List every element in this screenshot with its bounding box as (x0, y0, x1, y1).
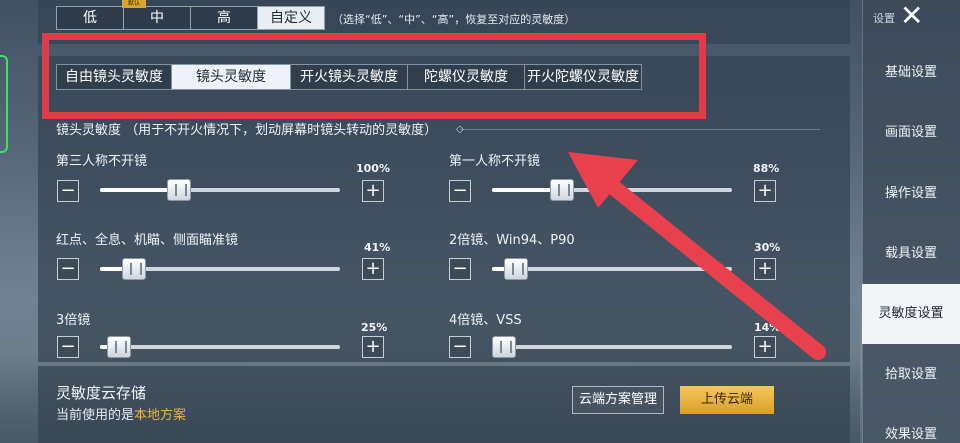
cloud-storage-title: 灵敏度云存储 (56, 384, 147, 402)
current-plan-name: 本地方案 (134, 408, 187, 423)
decrease-button[interactable]: − (449, 336, 471, 358)
slider-track[interactable] (100, 258, 340, 280)
sidebar-header: 设置 (873, 12, 895, 25)
close-icon[interactable]: ✕ (900, 2, 928, 30)
preset-selector: 低 中 高 自定义 (56, 6, 325, 30)
slider-track[interactable] (100, 179, 340, 201)
slider-thumb[interactable] (167, 179, 191, 201)
increase-button[interactable]: + (754, 336, 776, 358)
slider-value: 100% (356, 162, 390, 175)
slider-thumb[interactable] (492, 336, 516, 358)
slider-value: 30% (754, 241, 781, 254)
slider-thumb[interactable] (550, 179, 574, 201)
slider-thumb[interactable] (122, 258, 146, 280)
preset-high[interactable]: 高 (190, 6, 258, 30)
current-plan-text: 当前使用的是本地方案 (56, 404, 186, 423)
increase-button[interactable]: + (362, 180, 384, 202)
slider-label: 第一人称不开镜 (449, 154, 541, 169)
slider-track[interactable] (492, 258, 732, 280)
sidebar-item-pickup[interactable]: 拾取设置 (862, 345, 960, 405)
decrease-button[interactable]: − (57, 180, 79, 202)
default-badge: 默认 (122, 0, 146, 8)
annotation-highlight-box (42, 33, 706, 119)
slider-track[interactable] (492, 336, 732, 358)
preset-low[interactable]: 低 (56, 6, 124, 30)
cloud-plan-manage-button[interactable]: 云端方案管理 (572, 386, 664, 414)
slider-label: 4倍镜、VSS (449, 313, 522, 328)
slider-thumb[interactable] (107, 336, 131, 358)
preset-custom[interactable]: 自定义 (257, 6, 325, 30)
sidebar-item-basic[interactable]: 基础设置 (862, 43, 960, 103)
preset-medium[interactable]: 中 (123, 6, 191, 30)
decrease-button[interactable]: − (449, 258, 471, 280)
slider-value: 88% (753, 162, 780, 175)
left-edge-indicator (0, 55, 8, 153)
slider-label: 2倍镜、Win94、P90 (449, 233, 575, 248)
sidebar-item-graphics[interactable]: 画面设置 (862, 103, 960, 163)
slider-track[interactable] (100, 336, 340, 358)
slider-thumb[interactable] (504, 258, 528, 280)
increase-button[interactable]: + (754, 258, 776, 280)
slider-value: 41% (364, 241, 391, 254)
sidebar-item-effects[interactable]: 效果设置 (862, 405, 960, 443)
preset-hint: （选择“低”、“中”、“高”，恢复至对应的灵敏度） (332, 13, 576, 26)
increase-button[interactable]: + (362, 258, 384, 280)
section-divider (460, 129, 820, 130)
increase-button[interactable]: + (362, 336, 384, 358)
upload-cloud-button[interactable]: 上传云端 (680, 386, 774, 414)
decrease-button[interactable]: − (449, 180, 471, 202)
slider-track[interactable] (492, 179, 732, 201)
increase-button[interactable]: + (754, 180, 776, 202)
current-plan-prefix: 当前使用的是 (56, 408, 135, 423)
slider-label: 红点、全息、机瞄、侧面瞄准镜 (56, 233, 239, 248)
slider-value: 14% (754, 321, 781, 334)
section-title: 镜头灵敏度 （用于不开火情况下，划动屏幕时镜头转动的灵敏度） (56, 123, 438, 138)
decrease-button[interactable]: − (57, 258, 79, 280)
sidebar-item-vehicle[interactable]: 载具设置 (862, 224, 960, 284)
sidebar-item-controls[interactable]: 操作设置 (862, 164, 960, 224)
slider-label: 3倍镜 (56, 313, 91, 328)
slider-label: 第三人称不开镜 (56, 154, 148, 169)
slider-value: 25% (361, 321, 388, 334)
decrease-button[interactable]: − (57, 336, 79, 358)
sidebar-item-sensitivity[interactable]: 灵敏度设置 (862, 284, 960, 344)
